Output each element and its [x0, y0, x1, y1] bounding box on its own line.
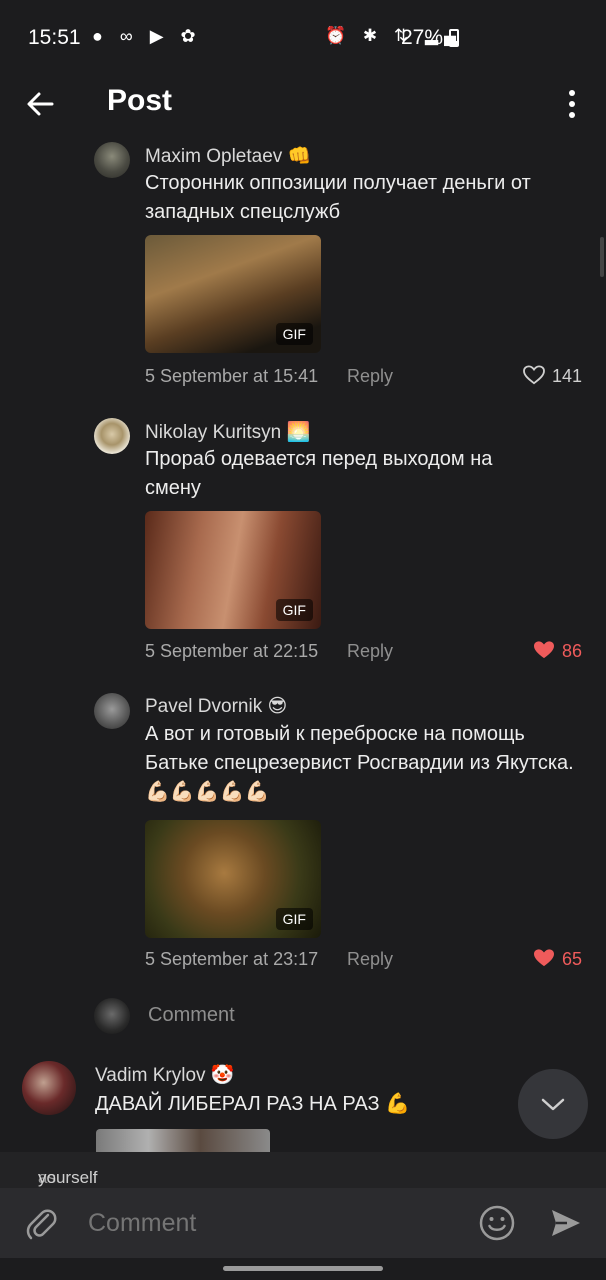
comment-author[interactable]: Vadim Krylov 🤡 — [95, 1063, 234, 1087]
like-count: 65 — [562, 949, 583, 969]
battery-percent: 27% — [401, 26, 444, 49]
home-indicator[interactable] — [223, 1266, 383, 1271]
comment-date: 5 September at 15:41 — [145, 366, 319, 386]
avatar[interactable] — [22, 1061, 76, 1115]
heart-filled-icon[interactable] — [533, 948, 555, 968]
gif-badge: GIF — [275, 599, 313, 621]
scrollbar[interactable] — [600, 237, 604, 277]
emoji-icon[interactable] — [479, 1205, 515, 1241]
avatar[interactable] — [94, 693, 130, 729]
heart-filled-icon[interactable] — [533, 640, 555, 660]
comment-author[interactable]: Maxim Opletaev 👊 — [145, 144, 311, 168]
status-time: 15:51 — [28, 26, 81, 49]
notification-icons: ● ∞ ▶ ✿ — [92, 26, 202, 46]
reply-button[interactable]: Reply — [347, 949, 393, 970]
post-as-bar[interactable]: as yourself — [0, 1152, 606, 1188]
gif-thumbnail[interactable] — [96, 1129, 270, 1152]
comment-composer — [0, 1188, 606, 1258]
scroll-down-button[interactable] — [518, 1069, 588, 1139]
gif-thumbnail[interactable]: GIF — [145, 820, 321, 938]
chevron-down-icon — [541, 1098, 565, 1111]
comment-date: 5 September at 23:17 — [145, 949, 319, 969]
comment-author[interactable]: Pavel Dvornik 😎 — [145, 695, 287, 718]
back-arrow-icon[interactable] — [22, 86, 58, 122]
comment-text: ДАВАЙ ЛИБЕРАЛ РАЗ НА РАЗ 💪 — [95, 1093, 411, 1115]
comment-text: А вот и готовый к переброске на помощь Б… — [145, 723, 574, 803]
system-navigation — [0, 1258, 606, 1280]
gif-badge: GIF — [275, 323, 313, 345]
author-emoji: 🌅 — [286, 422, 311, 443]
reply-button[interactable]: Reply — [347, 641, 393, 662]
send-icon[interactable] — [549, 1206, 583, 1240]
comment-input[interactable] — [86, 1208, 460, 1239]
heart-outline-icon[interactable] — [523, 365, 545, 385]
author-emoji: 👊 — [287, 146, 312, 167]
author-emoji: 🤡 — [210, 1065, 235, 1086]
reply-button[interactable]: Reply — [347, 366, 393, 387]
comment-text: Сторонник оппозиции получает деньги от з… — [145, 172, 531, 223]
author-emoji: 😎 — [267, 696, 288, 717]
comment-author[interactable]: Nikolay Kuritsyn 🌅 — [145, 420, 310, 444]
avatar[interactable] — [94, 418, 130, 454]
gif-badge: GIF — [275, 908, 313, 930]
like-count: 141 — [552, 366, 583, 386]
status-bar: 15:51 ● ∞ ▶ ✿ ⏰ ✱ ⇅ ▂▄ 27% — [0, 0, 606, 74]
comment-date: 5 September at 22:15 — [145, 641, 319, 661]
attachment-icon[interactable] — [24, 1204, 58, 1242]
gif-thumbnail[interactable]: GIF — [145, 235, 321, 353]
avatar[interactable] — [94, 142, 130, 178]
gif-thumbnail[interactable]: GIF — [145, 511, 321, 629]
my-avatar — [94, 998, 130, 1034]
like-count: 86 — [562, 641, 583, 661]
app-bar: Post — [0, 74, 606, 134]
more-options-icon[interactable] — [560, 88, 584, 120]
page-title: Post — [107, 84, 173, 117]
inline-comment-field[interactable]: Comment — [148, 1004, 235, 1027]
battery-icon — [449, 29, 459, 47]
comment-text: Прораб одевается перед выходом на смену — [145, 448, 493, 499]
